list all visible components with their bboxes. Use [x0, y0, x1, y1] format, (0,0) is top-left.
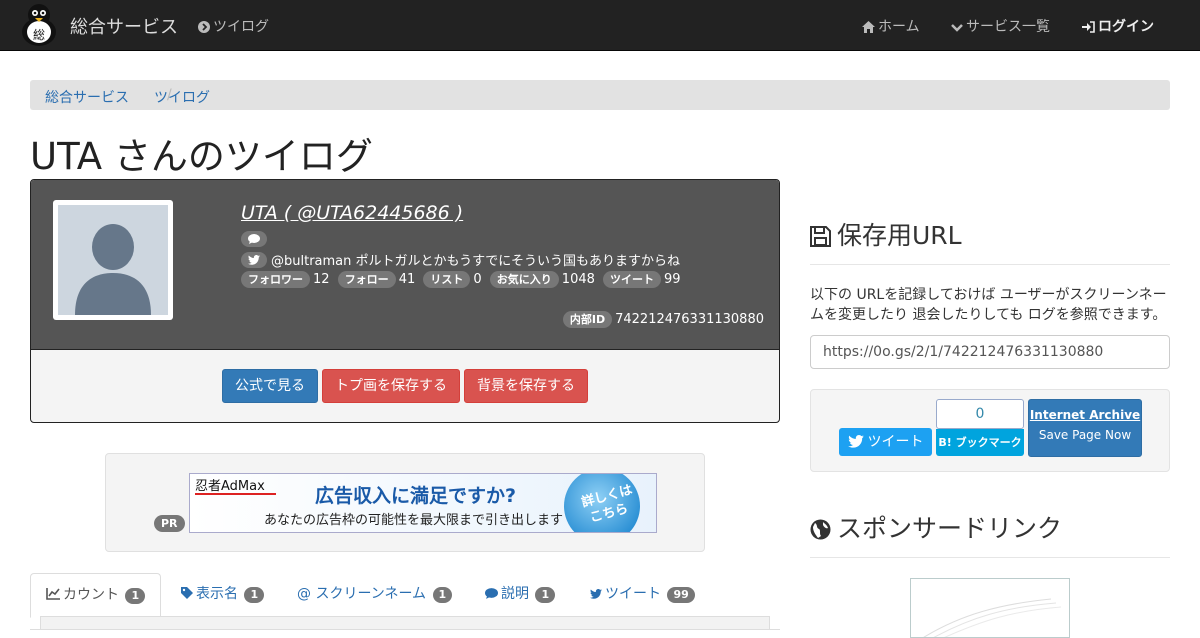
twitter-icon — [847, 435, 864, 448]
chevron-down-icon — [951, 24, 963, 32]
pr-label: PR — [154, 515, 185, 532]
save-background-button[interactable]: 背景を保存する — [464, 369, 588, 403]
save-url-heading-label: 保存用URL — [837, 221, 962, 250]
followers-label: フォロワー — [241, 271, 310, 288]
brand-link[interactable]: 総合サービス — [70, 13, 178, 39]
tab-display-name[interactable]: 表示名 1 — [166, 573, 279, 617]
tweets-label: ツイート — [603, 271, 662, 288]
tab-tweets-badge: 99 — [667, 587, 695, 603]
floppy-disk-icon — [810, 226, 831, 247]
tab-tweets-label: ツイート — [605, 586, 661, 602]
breadcrumb-twilog[interactable]: ツイログ — [154, 87, 210, 107]
tab-screen-name-badge: 1 — [432, 587, 453, 603]
breadcrumb: 総合サービス / ツイログ — [30, 80, 1170, 110]
nav-home[interactable]: ホーム — [862, 16, 920, 36]
sponsor-heading-label: スポンサードリンク — [837, 514, 1063, 543]
hatena-bookmark-button[interactable]: B! ブックマーク — [936, 429, 1024, 456]
internal-id-value: 742212476331130880 — [615, 312, 764, 327]
lists-label: リスト — [423, 271, 471, 288]
twitter-pill — [241, 252, 267, 268]
user-display-link[interactable]: UTA ( @UTA62445686 ) — [241, 202, 463, 224]
following-label: フォロー — [337, 271, 396, 288]
twitter-icon — [248, 255, 260, 265]
top-navbar: 総 総合サービス ツイログ ホーム サービス一覧 ログイン — [0, 0, 1200, 51]
save-url-description: 以下の URLを記録しておけば ユーザーがスクリーンネームを変更したり 退会した… — [810, 287, 1167, 323]
internal-id-label: 内部ID — [562, 311, 613, 328]
tab-count[interactable]: カウント 1 — [30, 573, 162, 618]
tweets-count: 99 — [664, 272, 681, 287]
profile-card: UTA ( @UTA62445686 ) @bultraman ポルトガルとかも… — [30, 179, 780, 423]
share-buttons: ツイート 0 B! ブックマーク Internet Archive Save P… — [810, 389, 1170, 472]
breadcrumb-home[interactable]: 総合サービス — [45, 87, 129, 107]
divider — [810, 264, 1170, 265]
save-avatar-button[interactable]: トプ画を保存する — [322, 369, 460, 403]
sponsored-ad-graphic — [923, 598, 1062, 637]
tweet-share-label: ツイート — [867, 434, 924, 450]
nav-home-label: ホーム — [878, 19, 920, 35]
internal-id: 内部ID 742212476331130880 — [562, 311, 764, 328]
nav-services-label: サービス一覧 — [966, 19, 1050, 35]
favorites-count: 1048 — [561, 272, 595, 287]
save-url-field[interactable] — [810, 335, 1170, 369]
tab-tweets[interactable]: ツイート 99 — [575, 573, 710, 617]
divider — [810, 557, 1170, 558]
ad-subline: あなたの広告枠の可能性を最大限まで引き出します — [264, 513, 563, 528]
user-stats: フォロワー 12 フォロー 41 リスト 0 お気に入り 1048 ツイート 99 — [241, 271, 685, 288]
circle-chevron-right-icon — [198, 21, 210, 33]
tab-description-badge: 1 — [535, 587, 556, 603]
ad-banner[interactable]: 忍者AdMax 広告収入に満足ですか? あなたの広告枠の可能性を最大限まで引き出… — [189, 473, 657, 533]
sponsored-ad[interactable] — [910, 578, 1070, 638]
tab-display-name-label: 表示名 — [196, 586, 238, 602]
ad-banner-graphic: 忍者AdMax 広告収入に満足ですか? あなたの広告枠の可能性を最大限まで引き出… — [190, 474, 656, 532]
comment-icon — [485, 588, 498, 599]
latest-tweet: @bultraman ポルトガルとかもうすでにそういう国もありますからね — [241, 250, 680, 269]
comment-icon — [248, 234, 260, 244]
lists-count: 0 — [473, 272, 482, 287]
internet-archive-button[interactable]: Internet Archive Save Page Now — [1028, 399, 1142, 457]
sponsor-heading: スポンサードリンク — [810, 509, 1062, 545]
table-header-row — [40, 616, 770, 630]
ad-headline: 広告収入に満足ですか? — [315, 484, 516, 507]
ad-brand: 忍者AdMax — [195, 479, 265, 494]
tab-description[interactable]: 説明 1 — [470, 573, 570, 617]
latest-tweet-text: @bultraman ポルトガルとかもうすでにそういう国もありますからね — [271, 254, 680, 269]
tab-display-name-badge: 1 — [244, 587, 265, 603]
tab-count-label: カウント — [63, 587, 119, 603]
save-url-heading: 保存用URL — [810, 216, 962, 252]
nav-services[interactable]: サービス一覧 — [951, 16, 1050, 36]
archive-subtitle: Save Page Now — [1038, 428, 1132, 442]
nav-login[interactable]: ログイン — [1082, 16, 1154, 36]
tag-icon — [181, 587, 193, 599]
penguin-logo-icon[interactable]: 総 — [19, 2, 60, 46]
tab-screen-name-label: @ スクリーンネーム — [297, 586, 427, 602]
following-count: 41 — [398, 272, 416, 287]
avatar[interactable] — [53, 200, 173, 320]
profile-header: UTA ( @UTA62445686 ) @bultraman ポルトガルとかも… — [31, 180, 779, 350]
twilog-nav-link[interactable]: ツイログ — [198, 16, 269, 36]
tab-description-label: 説明 — [501, 586, 529, 602]
hatena-bookmark-count: 0 — [936, 399, 1024, 429]
archive-title: Internet Archive — [1029, 408, 1141, 422]
ad-box: PR 忍者AdMax 広告収入に満足ですか? あなたの広告枠の可能性を最大限まで… — [105, 453, 705, 552]
twitter-icon — [590, 589, 602, 599]
tweet-share-button[interactable]: ツイート — [839, 428, 932, 456]
page-title: UTA さんのツイログ — [30, 135, 373, 178]
followers-count: 12 — [313, 272, 330, 287]
nav-login-label: ログイン — [1098, 19, 1154, 35]
tab-count-badge: 1 — [125, 588, 146, 604]
default-avatar-icon — [58, 205, 168, 315]
home-icon — [862, 21, 875, 33]
description-pill — [241, 231, 267, 247]
favorites-label: お気に入り — [489, 271, 559, 288]
sign-in-icon — [1082, 21, 1095, 33]
tab-screen-name[interactable]: @ スクリーンネーム 1 — [282, 573, 467, 617]
svg-text:総: 総 — [33, 28, 45, 42]
chart-icon — [46, 588, 60, 600]
globe-icon — [810, 519, 831, 540]
twilog-nav-label: ツイログ — [213, 19, 269, 35]
view-official-button[interactable]: 公式で見る — [222, 369, 318, 403]
